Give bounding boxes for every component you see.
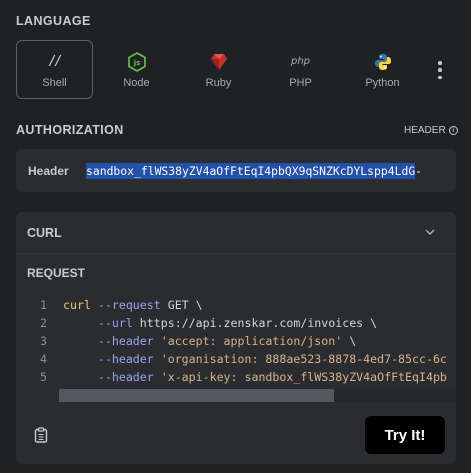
language-label: PHP <box>289 76 312 89</box>
api-key-value-tail: - <box>415 164 423 178</box>
code-block: 1 curl --request GET \ 2 --url https://api… <box>27 296 456 404</box>
code-token: \ <box>342 334 357 348</box>
language-selector: // Shell js Node Ruby php PHP Python <box>16 40 456 99</box>
code-line: 5 --header 'x-api-key: sandbox_flWS38yZV… <box>27 368 456 386</box>
curl-title: CURL <box>27 226 62 240</box>
authorization-title: AUTHORIZATION <box>16 123 124 137</box>
api-key-input[interactable]: sandbox_flWS38yZV4aOfFtEqI4pbQX9qSNZKcDY… <box>86 161 440 181</box>
line-number: 5 <box>40 370 47 384</box>
line-number: 2 <box>40 316 47 330</box>
code-text: --url https://api.zenskar.com/invoices \ <box>63 314 377 332</box>
code-line: 4 --header 'organisation: 888ae523-8878-… <box>27 350 456 368</box>
language-option-shell[interactable]: // Shell <box>16 40 93 99</box>
language-label: Ruby <box>205 76 232 89</box>
code-line: 2 --url https://api.zenskar.com/invoices… <box>27 314 456 332</box>
code-token: 'organisation: 888ae523-8878-4ed7-85cc-6… <box>153 352 447 366</box>
clipboard-icon[interactable] <box>34 427 48 443</box>
shell-icon: // <box>48 54 63 69</box>
code-text: --header 'x-api-key: sandbox_flWS38yZV4a… <box>63 368 447 386</box>
line-number: 4 <box>40 352 47 366</box>
header-label: Header <box>28 164 69 178</box>
request-title: REQUEST <box>27 266 86 280</box>
language-option-python[interactable]: Python <box>344 40 421 99</box>
header-info-link[interactable]: HEADER i <box>404 125 458 136</box>
line-number: 1 <box>40 298 47 312</box>
code-token: --url <box>63 316 133 330</box>
info-icon: i <box>448 126 458 135</box>
node-icon: js <box>127 51 146 73</box>
curl-panel: CURL REQUEST 1 curl --request GET \ 2 --ur… <box>16 212 456 464</box>
language-label: Node <box>123 76 150 89</box>
code-line: 3 --header 'accept: application/json' \ <box>27 332 456 350</box>
code-token: GET \ <box>160 298 203 312</box>
language-option-php[interactable]: php PHP <box>262 40 339 99</box>
api-key-value: sandbox_flWS38yZV4aOfFtEqI4pbQX9qSNZKcDY… <box>86 163 416 179</box>
language-label: Python <box>365 76 400 89</box>
divider <box>16 253 456 254</box>
code-text: --header 'organisation: 888ae523-8878-4e… <box>63 350 447 368</box>
svg-text:js: js <box>132 59 140 67</box>
php-icon: php <box>290 56 311 67</box>
code-token: --header <box>63 334 154 348</box>
line-number: 3 <box>40 334 47 348</box>
language-option-node[interactable]: js Node <box>98 40 175 99</box>
authorization-header-field: Header sandbox_flWS38yZV4aOfFtEqI4pbQX9q… <box>16 149 456 192</box>
more-options-icon[interactable] <box>432 61 448 79</box>
code-token: 'accept: application/json' <box>153 334 343 348</box>
scrollbar-thumb[interactable] <box>59 389 334 402</box>
python-icon <box>374 51 392 73</box>
code-line: 1 curl --request GET \ <box>27 296 456 314</box>
code-token: 'x-api-key: sandbox_flWS38yZV4aOfFtEqI4p… <box>153 370 447 384</box>
language-label: Shell <box>42 76 67 89</box>
language-option-ruby[interactable]: Ruby <box>180 40 257 99</box>
code-token: https://api.zenskar.com/invoices \ <box>132 316 378 330</box>
code-token: --request <box>90 298 161 312</box>
code-token: --header <box>63 352 154 366</box>
chevron-down-icon[interactable] <box>424 228 436 236</box>
code-token: --header <box>63 370 154 384</box>
header-link-label: HEADER <box>404 125 446 136</box>
code-text: --header 'accept: application/json' \ <box>63 332 356 350</box>
code-token: curl <box>63 298 91 312</box>
language-title: LANGUAGE <box>16 14 91 28</box>
try-it-button[interactable]: Try It! <box>365 416 445 454</box>
code-text: curl --request GET \ <box>63 296 203 314</box>
ruby-icon <box>210 51 228 73</box>
